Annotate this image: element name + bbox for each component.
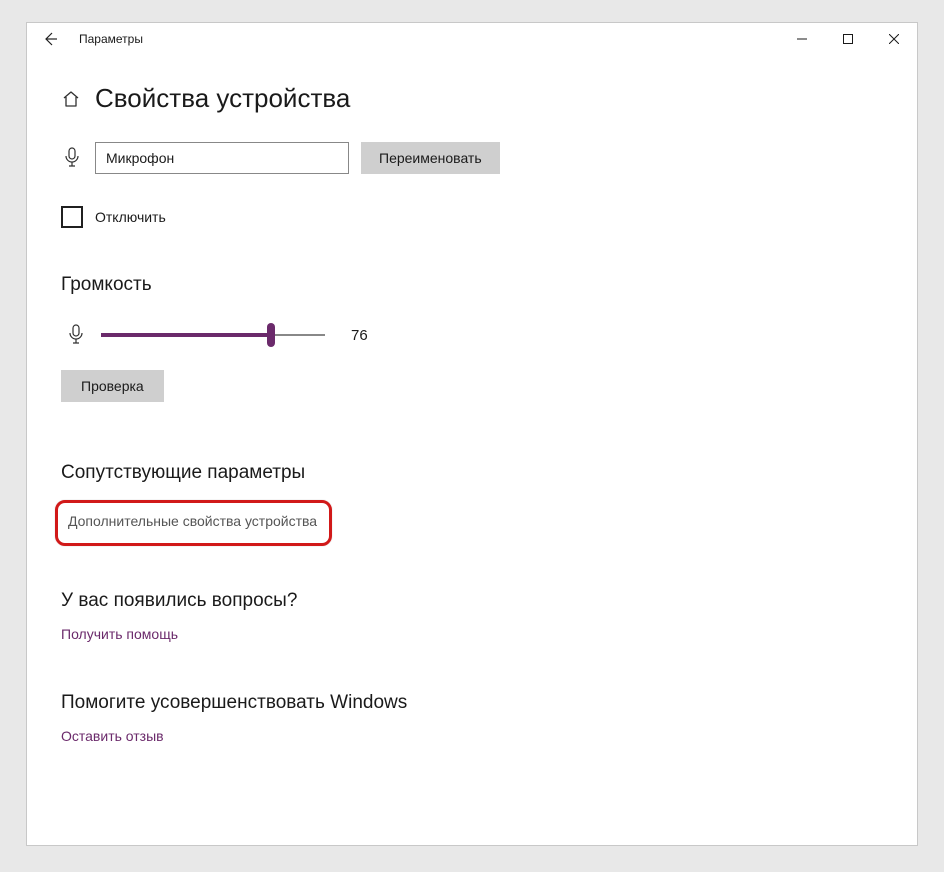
- minimize-icon: [797, 34, 807, 44]
- microphone-icon: [65, 324, 87, 346]
- slider-track-fill: [101, 333, 271, 337]
- highlight-annotation: Дополнительные свойства устройства: [55, 500, 332, 546]
- rename-button[interactable]: Переименовать: [361, 142, 500, 174]
- minimize-button[interactable]: [779, 23, 825, 55]
- microphone-icon: [61, 147, 83, 169]
- volume-value: 76: [351, 327, 368, 344]
- maximize-button[interactable]: [825, 23, 871, 55]
- window-title: Параметры: [73, 32, 143, 46]
- arrow-left-icon: [42, 31, 58, 47]
- page-header: Свойства устройства: [61, 83, 907, 114]
- volume-slider[interactable]: [101, 325, 325, 345]
- questions-heading: У вас появились вопросы?: [61, 590, 907, 612]
- back-button[interactable]: [27, 23, 73, 55]
- settings-window: Параметры Свойства устройства: [26, 22, 918, 846]
- slider-thumb[interactable]: [267, 323, 275, 347]
- close-button[interactable]: [871, 23, 917, 55]
- disable-checkbox[interactable]: [61, 206, 83, 228]
- advanced-properties-link[interactable]: Дополнительные свойства устройства: [68, 513, 317, 529]
- window-controls: [779, 23, 917, 55]
- titlebar: Параметры: [27, 23, 917, 55]
- get-help-link[interactable]: Получить помощь: [61, 626, 178, 642]
- device-name-input[interactable]: [95, 142, 349, 174]
- improve-heading: Помогите усовершенствовать Windows: [61, 692, 907, 714]
- feedback-link[interactable]: Оставить отзыв: [61, 728, 164, 744]
- test-button[interactable]: Проверка: [61, 370, 164, 402]
- related-heading: Сопутствующие параметры: [61, 462, 907, 484]
- disable-row: Отключить: [61, 206, 907, 228]
- content-area: Свойства устройства Переименовать Отключ…: [27, 55, 917, 756]
- device-name-row: Переименовать: [61, 142, 907, 174]
- page-title: Свойства устройства: [95, 83, 350, 114]
- close-icon: [889, 34, 899, 44]
- volume-heading: Громкость: [61, 274, 907, 296]
- home-icon[interactable]: [61, 89, 81, 109]
- volume-row: 76: [65, 324, 907, 346]
- maximize-icon: [843, 34, 853, 44]
- disable-label: Отключить: [95, 209, 166, 225]
